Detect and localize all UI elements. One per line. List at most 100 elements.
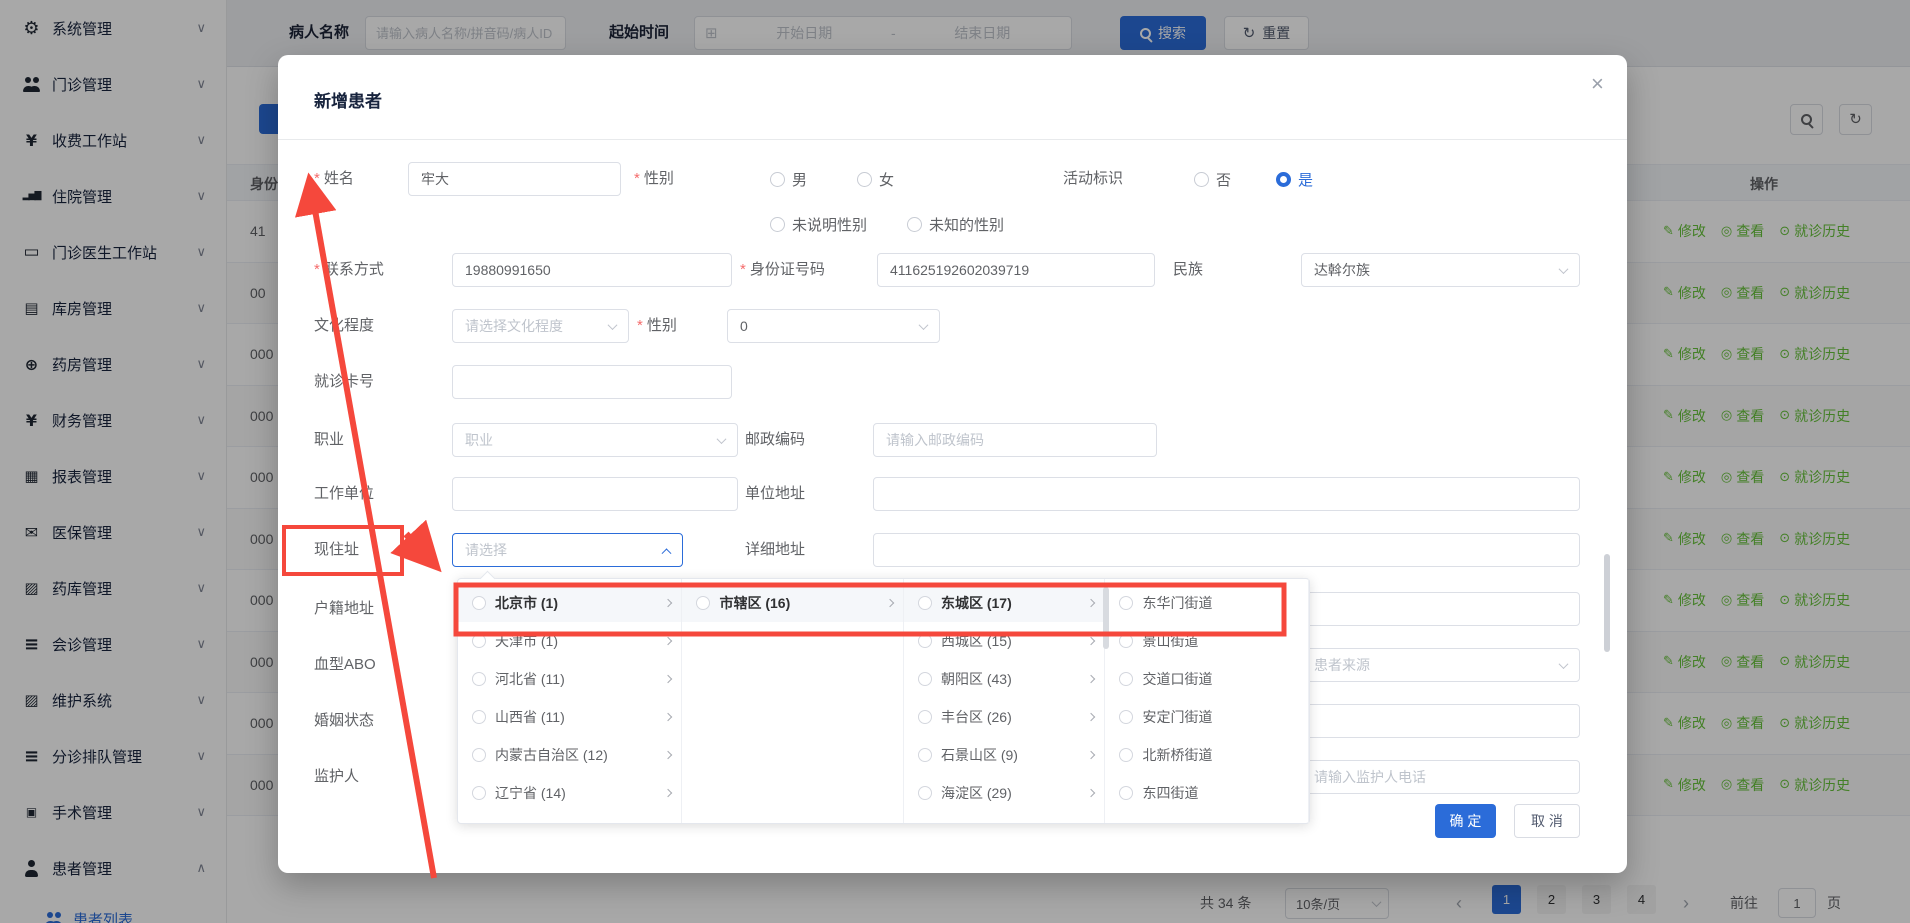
detail-address-input[interactable] xyxy=(873,533,1580,567)
name-input[interactable] xyxy=(408,162,621,196)
ethnicity-select[interactable]: 达斡尔族 xyxy=(1301,253,1580,287)
cascader-option[interactable]: 安定门街道 xyxy=(1105,698,1308,736)
postcode-input[interactable] xyxy=(873,423,1157,457)
radio-icon[interactable] xyxy=(1119,748,1133,762)
name-label: 姓名 xyxy=(314,162,354,196)
chevron-right-icon xyxy=(1087,789,1095,797)
add-patient-modal: 新增患者 × 姓名 性别 男 女 活动标识 xyxy=(278,55,1627,873)
radio-icon[interactable] xyxy=(770,172,785,187)
close-icon[interactable]: × xyxy=(1591,73,1604,95)
gender-radio-option[interactable]: 女 xyxy=(857,169,894,190)
cascader-option[interactable]: 丰台区 (26) xyxy=(904,698,1105,736)
gender-radio-option[interactable]: 未说明性别 xyxy=(770,214,867,235)
cascader-district-column: 东城区 (17) 西城区 (15) 朝阳区 (43) xyxy=(904,579,1106,823)
education-select[interactable]: 请选择文化程度 xyxy=(452,309,629,343)
gender-code-select[interactable]: 0 xyxy=(727,309,940,343)
radio-icon[interactable] xyxy=(770,217,785,232)
id-number-label: 身份证号码 xyxy=(740,253,825,287)
contact-input[interactable] xyxy=(452,253,732,287)
cascader-option[interactable]: 朝阳区 (43) xyxy=(904,660,1105,698)
radio-icon[interactable] xyxy=(918,634,932,648)
cascader-option[interactable]: 市辖区 (16) xyxy=(682,584,902,622)
confirm-button[interactable]: 确 定 xyxy=(1435,804,1496,838)
radio-icon[interactable] xyxy=(472,748,486,762)
chevron-right-icon xyxy=(1087,599,1095,607)
cascader-option[interactable]: 河北省 (11) xyxy=(458,660,681,698)
gender-options-line1: 男 女 xyxy=(770,162,894,196)
radio-icon[interactable] xyxy=(472,596,486,610)
radio-icon[interactable] xyxy=(1119,634,1133,648)
work-unit-input[interactable] xyxy=(452,477,738,511)
guardian-label: 监护人 xyxy=(314,760,359,794)
cascader-option[interactable]: 交道口街道 xyxy=(1105,660,1308,698)
chevron-right-icon xyxy=(664,751,672,759)
radio-icon[interactable] xyxy=(918,786,932,800)
chevron-down-icon xyxy=(608,320,618,330)
cancel-button[interactable]: 取 消 xyxy=(1514,804,1580,838)
radio-icon[interactable] xyxy=(1194,172,1209,187)
radio-icon[interactable] xyxy=(696,596,710,610)
radio-icon[interactable] xyxy=(918,672,932,686)
cascader-option[interactable]: 海淀区 (29) xyxy=(904,774,1105,812)
chevron-right-icon xyxy=(1087,713,1095,721)
chevron-right-icon xyxy=(1087,675,1095,683)
radio-icon[interactable] xyxy=(472,634,486,648)
scrollbar-thumb[interactable] xyxy=(1103,587,1109,649)
cascader-option[interactable]: 东四街道 xyxy=(1105,774,1308,812)
radio-icon[interactable] xyxy=(918,596,932,610)
gender-radio-option[interactable]: 未知的性别 xyxy=(907,214,1004,235)
cascader-option[interactable]: 东华门街道 xyxy=(1105,584,1308,622)
cascader-option[interactable]: 石景山区 (9) xyxy=(904,736,1105,774)
detail-address-label: 详细地址 xyxy=(745,533,805,567)
guardian-phone-input[interactable] xyxy=(1301,760,1580,794)
cascader-option[interactable]: 北京市 (1) xyxy=(458,584,681,622)
chevron-right-icon xyxy=(664,713,672,721)
cascader-option[interactable]: 西城区 (15) xyxy=(904,622,1105,660)
blood-type-label: 血型ABO xyxy=(314,648,376,682)
cascader-option[interactable]: 东城区 (17) xyxy=(904,584,1105,622)
radio-icon[interactable] xyxy=(907,217,922,232)
chevron-right-icon xyxy=(664,599,672,607)
active-flag-label: 活动标识 xyxy=(1063,162,1123,196)
id-number-input[interactable] xyxy=(877,253,1155,287)
radio-icon[interactable] xyxy=(472,710,486,724)
cascader-option[interactable]: 天津市 (1) xyxy=(458,622,681,660)
cascader-option[interactable]: 辽宁省 (14) xyxy=(458,774,681,812)
chevron-down-icon xyxy=(1559,264,1569,274)
chevron-right-icon xyxy=(886,599,894,607)
gender-radio-option[interactable]: 男 xyxy=(770,169,807,190)
radio-icon[interactable] xyxy=(1119,596,1133,610)
radio-icon[interactable] xyxy=(1276,172,1291,187)
chevron-up-icon xyxy=(662,548,672,558)
radio-icon[interactable] xyxy=(918,710,932,724)
gender-label: 性别 xyxy=(634,162,674,196)
cascader-option[interactable]: 北新桥街道 xyxy=(1105,736,1308,774)
occupation-select[interactable]: 职业 xyxy=(452,423,738,457)
chevron-right-icon xyxy=(664,675,672,683)
radio-icon[interactable] xyxy=(857,172,872,187)
card-no-input[interactable] xyxy=(452,365,732,399)
current-address-label: 现住址 xyxy=(314,533,359,567)
current-address-cascader[interactable]: 请选择 xyxy=(452,533,683,567)
cascader-option[interactable]: 山西省 (11) xyxy=(458,698,681,736)
modal-title: 新增患者 xyxy=(314,87,382,112)
radio-icon[interactable] xyxy=(472,672,486,686)
radio-icon[interactable] xyxy=(1119,710,1133,724)
modal-scrollbar[interactable] xyxy=(1604,554,1610,652)
chevron-right-icon xyxy=(664,789,672,797)
radio-icon[interactable] xyxy=(1119,672,1133,686)
cascader-option[interactable]: 内蒙古自治区 (12) xyxy=(458,736,681,774)
chevron-right-icon xyxy=(664,637,672,645)
active-flag-radio-option[interactable]: 否 xyxy=(1194,169,1231,190)
radio-icon[interactable] xyxy=(1119,786,1133,800)
cascader-option[interactable]: 景山街道 xyxy=(1105,622,1308,660)
radio-icon[interactable] xyxy=(918,748,932,762)
unit-address-input[interactable] xyxy=(873,477,1580,511)
gender-options-line2: 未说明性别 未知的性别 xyxy=(770,207,1004,241)
chevron-right-icon xyxy=(1087,637,1095,645)
patient-source-select[interactable]: 患者来源 xyxy=(1301,648,1580,682)
contact-label: 联系方式 xyxy=(314,253,384,287)
radio-icon[interactable] xyxy=(472,786,486,800)
cascader-province-column: 北京市 (1) 天津市 (1) 河北省 (11) xyxy=(458,579,682,823)
active-flag-radio-option[interactable]: 是 xyxy=(1276,169,1313,190)
